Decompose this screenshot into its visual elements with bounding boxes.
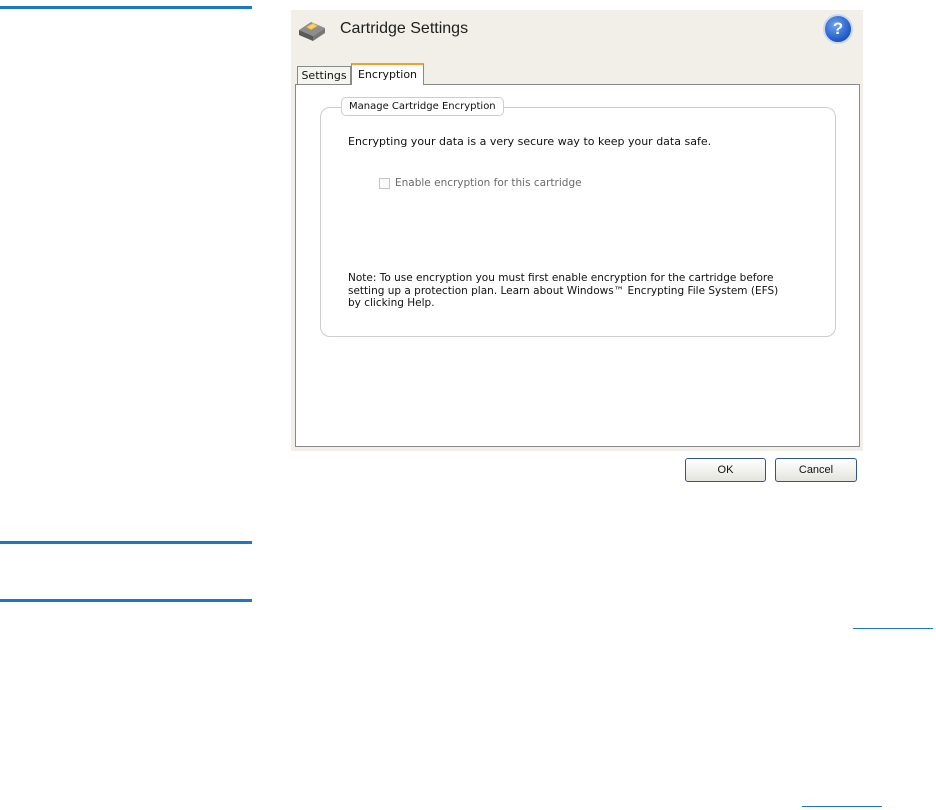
help-question-icon: ?: [832, 19, 844, 38]
section-rule-top: [0, 6, 252, 9]
encryption-group-box: Manage Cartridge Encryption Encrypting y…: [320, 97, 836, 337]
tab-settings[interactable]: Settings: [297, 66, 351, 84]
tab-encryption[interactable]: Encryption: [351, 63, 424, 85]
help-button[interactable]: ?: [823, 14, 853, 44]
note-line: by clicking Help.: [348, 297, 435, 309]
encryption-description: Encrypting your data is a very secure wa…: [348, 135, 712, 148]
note-line: Note: To use encryption you must first e…: [348, 272, 774, 284]
cartridge-drive-icon: [297, 16, 327, 44]
link-underline[interactable]: [853, 628, 933, 629]
section-rule-middle: [0, 541, 252, 544]
enable-encryption-checkbox[interactable]: [379, 178, 390, 189]
section-rule-lower: [0, 599, 252, 602]
group-title: Manage Cartridge Encryption: [341, 97, 504, 116]
dialog-title: Cartridge Settings: [340, 20, 469, 37]
link-underline[interactable]: [802, 806, 882, 807]
cancel-button[interactable]: Cancel: [775, 458, 857, 482]
ok-button[interactable]: OK: [685, 458, 766, 482]
encryption-note: Note: To use encryption you must first e…: [348, 272, 778, 310]
enable-encryption-label[interactable]: Enable encryption for this cartridge: [395, 177, 582, 189]
note-line: setting up a protection plan. Learn abou…: [348, 284, 779, 297]
cartridge-settings-dialog: Cartridge Settings ? Settings Encryption…: [291, 10, 863, 451]
encryption-tab-panel: Manage Cartridge Encryption Encrypting y…: [295, 84, 860, 447]
